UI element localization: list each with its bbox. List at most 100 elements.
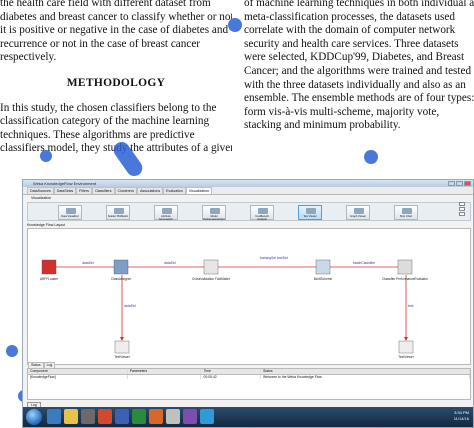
section-heading: METHODOLOGY	[66, 76, 166, 89]
tab-filters[interactable]: Filters	[76, 187, 92, 194]
tool-text-viewer[interactable]: Text Viewer	[298, 205, 322, 220]
minimize-button[interactable]	[448, 181, 455, 186]
text-viewer-icon	[306, 208, 316, 214]
node-arffloader	[41, 259, 57, 275]
text-line: Cancer; and the algorithms were trained …	[244, 64, 472, 77]
tab-classifiers[interactable]: Classifiers	[91, 187, 115, 194]
tab-datasources[interactable]: DataSources	[27, 187, 54, 194]
table-row[interactable]: [KnowledgeFlow] 00:05:42 Welcome to the …	[28, 374, 471, 379]
tab-evaluation[interactable]: Evaluation	[163, 187, 186, 194]
node-label: MultiScheme	[314, 277, 333, 281]
system-clock[interactable]: 3:34 PM 11/14/16	[454, 410, 469, 422]
tab-visualization[interactable]: Visualization	[185, 187, 213, 194]
edge-label: dataSet	[164, 261, 176, 265]
text-line: of machine learning techniques in both i…	[244, 0, 474, 9]
node-label: TextViewer	[398, 355, 414, 359]
left-paragraph-1: the health care field with different dat…	[0, 0, 232, 65]
edge-label: dataSet	[124, 304, 136, 308]
status-panel: Status Log Component Parameters Time Sta…	[27, 362, 471, 400]
text-line: ensemble. The ensemble methods are of fo…	[244, 92, 474, 105]
watermark-dot	[6, 345, 18, 357]
excel-icon[interactable]	[132, 409, 146, 424]
clock-date: 11/14/16	[453, 416, 469, 421]
text-line: diabetes and breast cancer to classify w…	[0, 10, 232, 23]
watermark-dot	[228, 18, 242, 32]
tab-status[interactable]: Status	[28, 362, 44, 369]
table-cell: [KnowledgeFlow]	[28, 374, 128, 379]
ie-icon[interactable]	[47, 409, 61, 424]
text-line: correlate with the domain of computer ne…	[244, 24, 456, 37]
start-button[interactable]	[26, 409, 42, 425]
text-line: meta-classification processes, the datas…	[244, 10, 455, 23]
knowledge-flow-canvas[interactable]: dataSet dataSet trainingSet testSet batc…	[27, 228, 471, 365]
text-line: recurrence or not in the case of breast …	[0, 37, 201, 50]
tool-graph-viewer[interactable]: Graph Viewer	[346, 205, 370, 220]
text-line: it is positive or negative in the case o…	[0, 24, 229, 37]
edge-label: batchClassifier	[353, 261, 376, 265]
visualizer-icon	[66, 208, 76, 214]
scatter-icon	[114, 208, 124, 214]
table-cell: 00:05:42	[200, 374, 261, 379]
close-button[interactable]	[464, 181, 471, 186]
tool-model-performance-chart[interactable]: Model PerformanceChart	[202, 205, 226, 221]
edge-label: text	[408, 304, 414, 308]
layout-buttons	[459, 202, 467, 217]
node-textviewer	[114, 340, 130, 354]
weka-screenshot: Weka KnowledgeFlow Environment DataSourc…	[22, 179, 474, 428]
app-icon[interactable]	[183, 409, 197, 424]
table-cell: Welcome to the Weka Knowledge Flow	[260, 374, 471, 379]
tool-scatter-plot-matrix[interactable]: Scatter PlotMatrix	[106, 205, 130, 220]
right-text-column: of machine learning techniques in both i…	[244, 0, 474, 133]
edge-label: dataSet	[82, 261, 94, 265]
node-label: ClassAssigner	[111, 277, 132, 281]
costbenefit-icon	[258, 208, 268, 214]
palette-tabs: DataSources DataSinks Filters Classifier…	[23, 187, 473, 195]
node-multischeme	[315, 259, 331, 275]
status-tabs: Status Log	[28, 362, 56, 369]
section-label: Visualization	[31, 196, 52, 200]
left-text-column: the health care field with different dat…	[0, 0, 232, 156]
text-line: with the three datasets individually and…	[244, 78, 466, 91]
text-line: classification category of the machine l…	[0, 115, 210, 128]
tool-cost-benefit-analysis[interactable]: CostBenefit Analysis	[250, 205, 274, 221]
node-evaluator	[397, 259, 413, 275]
app-icon[interactable]	[98, 409, 112, 424]
text-line: the health care field with different dat…	[0, 0, 211, 9]
text-line: security and health care services. Three…	[244, 37, 459, 50]
taskbar-items	[47, 409, 214, 424]
tool-data-visualizer[interactable]: Data Visualizer	[58, 205, 82, 220]
tool-attribute-summarizer[interactable]: Attribute Summarizer	[154, 205, 178, 221]
window-titlebar: Weka KnowledgeFlow Environment	[23, 180, 473, 187]
pointer-button[interactable]	[459, 202, 465, 206]
weka-icon[interactable]	[166, 409, 180, 424]
table-cell	[127, 374, 202, 379]
tab-associations[interactable]: Associations	[136, 187, 164, 194]
media-icon[interactable]	[81, 409, 95, 424]
powerpoint-icon[interactable]	[149, 409, 163, 424]
window-controls	[448, 181, 471, 186]
tab-clusterers[interactable]: Clusterers	[114, 187, 137, 194]
tab-log[interactable]: Log	[43, 362, 56, 369]
tool-strip-chart[interactable]: Strip Chart	[394, 205, 418, 220]
text-line: techniques. These algorithms are predict…	[0, 128, 195, 141]
maximize-button[interactable]	[456, 181, 463, 186]
word-icon[interactable]	[115, 409, 129, 424]
text-line: form vis-à-vis multi-scheme, majority vo…	[244, 105, 440, 118]
folder-icon[interactable]	[64, 409, 78, 424]
text-line: respectively.	[0, 51, 57, 64]
summarizer-icon	[162, 208, 172, 214]
app-icon[interactable]	[200, 409, 214, 424]
window-title: Weka KnowledgeFlow Environment	[33, 181, 97, 186]
visualization-toolbar: Data Visualizer Scatter PlotMatrix Attri…	[27, 202, 471, 221]
flow-diagram: dataSet dataSet trainingSet testSet batc…	[40, 256, 429, 359]
text-line: stacking and minimum probability.	[244, 119, 401, 132]
strip-chart-icon	[402, 208, 412, 214]
load-layout-button[interactable]	[459, 212, 465, 216]
node-textviewer	[398, 340, 414, 354]
save-layout-button[interactable]	[459, 207, 465, 211]
node-crossvalidation	[203, 259, 219, 275]
status-table: Component Parameters Time Status [Knowle…	[28, 369, 471, 379]
node-label: CrossValidation FoldMaker	[192, 277, 231, 281]
watermark-dot	[40, 150, 52, 162]
tab-datasinks[interactable]: DataSinks	[53, 187, 77, 194]
